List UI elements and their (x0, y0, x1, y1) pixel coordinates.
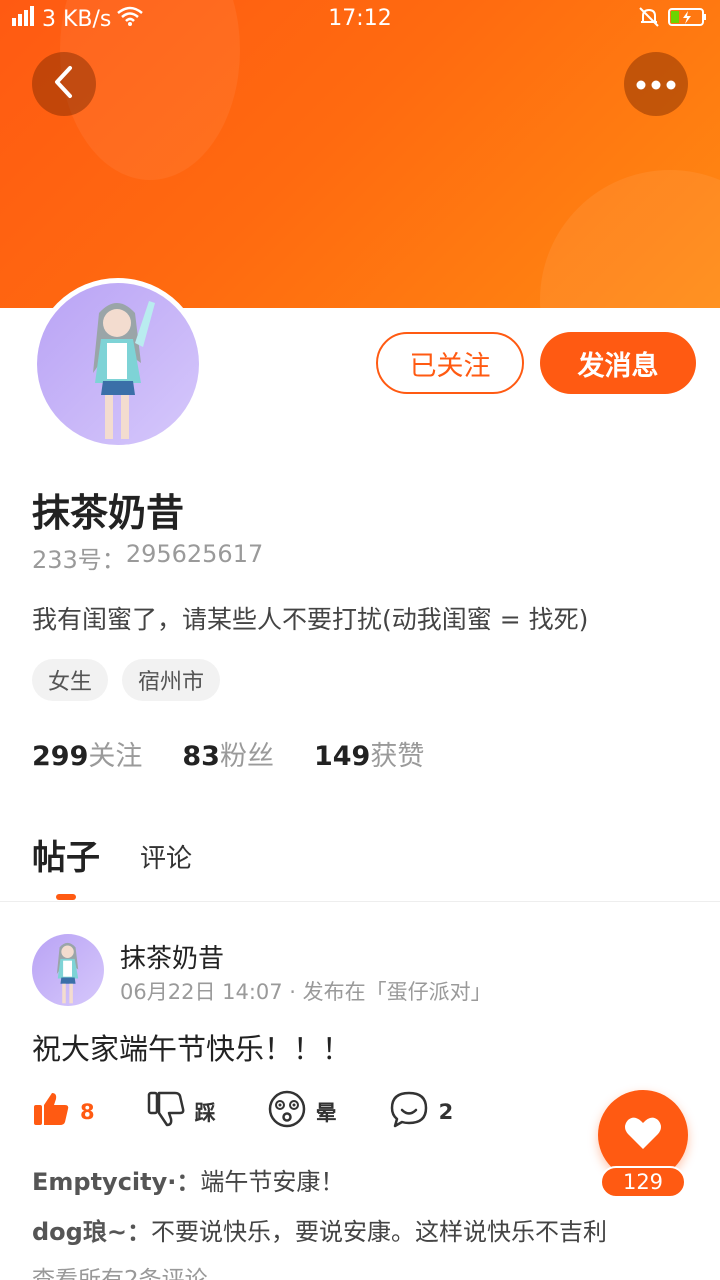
comment-text: 端午节安康！ (200, 1168, 345, 1196)
profile-avatar[interactable] (32, 278, 204, 450)
more-dots-icon (636, 75, 676, 94)
user-id-value: 295625617 (125, 540, 264, 568)
post-content[interactable]: 祝大家端午节快乐！！！ (32, 1026, 351, 1068)
tag-gender: 女生 (32, 659, 109, 701)
following-button[interactable]: 已关注 (376, 332, 524, 394)
tag-location: 宿州市 (122, 659, 221, 701)
stat-label: 获赞 (370, 741, 425, 772)
dislike-label: 踩 (194, 1100, 216, 1125)
profile-bio: 我有闺蜜了，请某些人不要打扰(动我闺蜜 = 找死) (32, 605, 589, 634)
heart-icon (623, 1115, 663, 1155)
stat-label: 粉丝 (219, 741, 274, 772)
back-button[interactable] (32, 52, 96, 116)
mute-bell-icon (638, 6, 660, 34)
decorative-circle (540, 170, 720, 308)
stat-number: 83 (182, 741, 220, 772)
post-meta: 06月22日 14:07 · 发布在「蛋仔派对」 (120, 980, 492, 1004)
profile-username: 抹茶奶昔 (32, 491, 185, 535)
chevron-left-icon (52, 65, 76, 103)
comment-text: 不要说快乐，要说安康。这样说快乐不吉利 (150, 1218, 607, 1246)
user-id-label: 233号： (32, 546, 126, 574)
comment-preview[interactable]: dog琅~：不要说快乐，要说安康。这样说快乐不吉利 (32, 1212, 682, 1247)
post-author-avatar[interactable] (32, 934, 104, 1006)
tab-posts[interactable]: 帖子 (32, 830, 100, 900)
clock: 17:12 (328, 6, 392, 31)
profile-header-background (0, 0, 720, 308)
dizzy-face-icon (268, 1090, 306, 1133)
status-bar: 3 KB/s 17:12 (0, 0, 720, 40)
comment-author: dog琅~： (32, 1218, 151, 1246)
battery-charging-icon (668, 7, 708, 33)
comment-button[interactable]: 2 (389, 1090, 454, 1133)
post-actions: 8 踩 晕 2 (32, 1090, 505, 1133)
divider (0, 901, 720, 902)
tab-comments[interactable]: 评论 (140, 838, 192, 879)
post-author-name[interactable]: 抹茶奶昔 (120, 938, 224, 975)
thumbs-down-icon (147, 1091, 185, 1132)
send-message-button[interactable]: 发消息 (540, 332, 696, 394)
more-options-button[interactable] (624, 52, 688, 116)
thumbs-up-icon (32, 1091, 70, 1132)
stat-number: 149 (313, 741, 371, 772)
user-id: 233号： 295625617 (32, 540, 263, 575)
stat-number: 299 (32, 741, 89, 772)
comment-bubble-icon (389, 1090, 429, 1133)
comment-author: Emptycity·： (32, 1168, 201, 1196)
comment-preview[interactable]: Emptycity·：端午节安康！ (32, 1162, 682, 1197)
like-count: 8 (80, 1099, 95, 1124)
avatar-image (37, 283, 199, 445)
active-tab-indicator (56, 894, 76, 900)
comment-count: 2 (438, 1099, 454, 1124)
floating-like-count: 129 (600, 1166, 686, 1198)
dizzy-label: 晕 (315, 1100, 337, 1125)
dislike-button[interactable]: 踩 (147, 1091, 216, 1132)
content-tabs: 帖子 评论 (32, 830, 192, 900)
like-button[interactable]: 8 (32, 1091, 95, 1132)
profile-tags: 女生 宿州市 (32, 659, 221, 701)
stat-likes: 149获赞 (314, 734, 424, 773)
stat-label: 关注 (88, 741, 143, 772)
stat-following[interactable]: 299关注 (32, 734, 142, 773)
dizzy-button[interactable]: 晕 (268, 1090, 337, 1133)
tab-posts-label: 帖子 (32, 838, 100, 878)
profile-stats: 299关注 83粉丝 149获赞 (32, 734, 424, 773)
view-all-comments-link[interactable]: 查看所有2条评论 (32, 1260, 208, 1280)
stat-followers[interactable]: 83粉丝 (182, 734, 274, 773)
